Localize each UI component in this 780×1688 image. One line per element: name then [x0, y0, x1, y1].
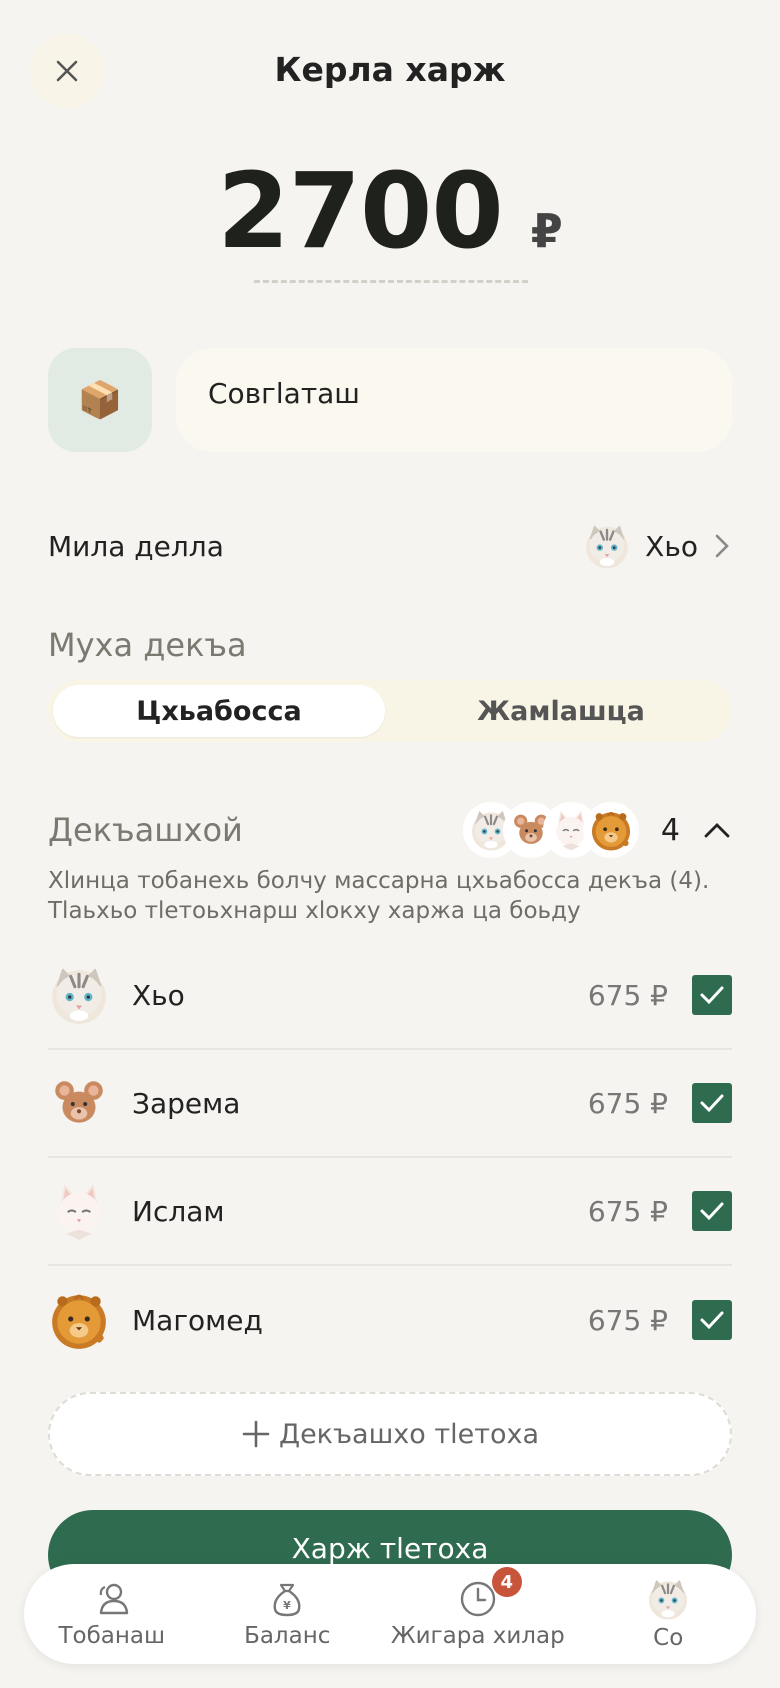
currency-symbol: ₽: [530, 204, 563, 258]
member-amount: 675 ₽: [587, 1086, 668, 1120]
member-checkbox[interactable]: [692, 1300, 732, 1340]
member-row[interactable]: Хьо 675 ₽: [48, 942, 732, 1050]
avatar: [583, 522, 631, 570]
avatar: [48, 1072, 110, 1134]
member-amount: 675 ₽: [587, 978, 668, 1012]
tab-profile[interactable]: Со: [593, 1577, 743, 1651]
plus-icon: [242, 1420, 270, 1448]
check-icon: [700, 1094, 724, 1113]
member-name: Ислам: [132, 1194, 225, 1228]
payer-label: Мила делла: [48, 529, 224, 563]
description-field[interactable]: Совгӏаташ: [176, 348, 732, 452]
member-checkbox[interactable]: [692, 1191, 732, 1231]
split-heading: Муха декъа: [48, 626, 247, 664]
amount-input[interactable]: 2700 ₽: [0, 150, 780, 272]
members-header[interactable]: Декъашхой 4: [48, 800, 732, 860]
split-mode-toggle[interactable]: Цхьабосса Жамӏашца: [48, 680, 732, 742]
members-hint: Хӏинца тобанехь болчу массарна цхьабосса…: [48, 868, 710, 924]
check-icon: [700, 986, 724, 1005]
member-row[interactable]: Ислам 675 ₽: [48, 1158, 732, 1266]
chevron-right-icon: [715, 534, 729, 558]
members-avatar-stack: [462, 802, 639, 858]
payer-selector[interactable]: Мила делла Хьо: [48, 518, 732, 574]
check-icon: [700, 1202, 724, 1221]
package-icon: 📦: [77, 380, 123, 421]
member-amount: 675 ₽: [587, 1194, 668, 1228]
add-member-button[interactable]: Декъашхо тӏетоха: [48, 1392, 732, 1476]
add-member-label: Декъашхо тӏетоха: [278, 1418, 540, 1450]
avatar: [582, 802, 639, 858]
member-amount: 675 ₽: [587, 1303, 668, 1337]
member-checkbox[interactable]: [692, 975, 732, 1015]
member-name: Хьо: [132, 978, 185, 1012]
split-option-custom[interactable]: Жамӏашца: [395, 685, 727, 737]
avatar: [48, 1180, 110, 1242]
avatar: [48, 964, 110, 1026]
member-checkbox[interactable]: [692, 1083, 732, 1123]
group-icon: [99, 1583, 128, 1615]
member-name: Магомед: [132, 1303, 263, 1337]
member-name: Зарема: [132, 1086, 241, 1120]
tab-groups[interactable]: Тобанаш: [37, 1579, 187, 1649]
avatar: [48, 1289, 110, 1351]
tab-label: Со: [653, 1625, 684, 1651]
members-count: 4: [660, 812, 680, 848]
tab-activity[interactable]: 4 Жигара хилар: [388, 1567, 568, 1649]
svg-text:¥: ¥: [283, 1599, 291, 1612]
chevron-up-icon[interactable]: [702, 820, 732, 840]
tab-label: Тобанаш: [58, 1623, 166, 1649]
member-row[interactable]: Магомед 675 ₽: [48, 1266, 732, 1374]
payer-name: Хьо: [645, 529, 698, 563]
bottom-tab-bar: Тобанаш ¥ Баланс 4 Жигара хилар Со: [24, 1564, 756, 1664]
amount-value: 2700: [217, 150, 503, 272]
amount-underline: [254, 280, 528, 283]
tab-balance[interactable]: ¥ Баланс: [212, 1579, 362, 1649]
category-button[interactable]: 📦: [48, 348, 152, 452]
description-value: Совгӏаташ: [208, 376, 360, 410]
money-bag-icon: ¥: [273, 1583, 301, 1617]
member-row[interactable]: Зарема 675 ₽: [48, 1050, 732, 1158]
members-heading: Декъашхой: [48, 811, 243, 849]
profile-avatar: [646, 1577, 690, 1621]
split-option-equal[interactable]: Цхьабосса: [53, 685, 385, 737]
notification-badge: 4: [491, 1567, 522, 1597]
tab-label: Баланс: [244, 1623, 331, 1649]
check-icon: [700, 1311, 724, 1330]
tab-label: Жигара хилар: [390, 1623, 565, 1649]
page-title: Керла харж: [274, 50, 506, 89]
